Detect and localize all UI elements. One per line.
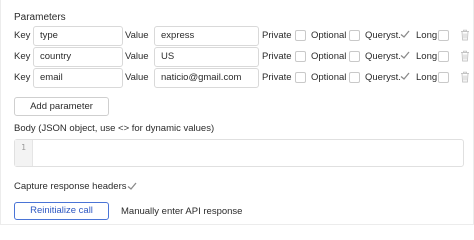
section-title: Parameters (14, 12, 66, 23)
key-label: Key (14, 51, 31, 62)
optional-label: Optional (311, 51, 347, 62)
long-checkbox[interactable] (438, 51, 449, 62)
parameter-row: Key type Value express Private Optional … (14, 26, 470, 46)
value-input[interactable]: naticio@gmail.com (154, 68, 259, 88)
private-checkbox[interactable] (295, 72, 306, 83)
optional-checkbox[interactable] (349, 30, 360, 41)
querystring-label: Queryst. (365, 72, 401, 83)
value-label: Value (125, 30, 149, 41)
key-input[interactable]: country (33, 47, 123, 67)
key-label: Key (14, 72, 31, 83)
optional-label: Optional (311, 30, 347, 41)
long-label: Long (416, 30, 438, 41)
optional-label: Optional (311, 72, 347, 83)
body-hint: (JSON object, use <> for dynamic values) (38, 123, 215, 134)
private-label: Private (262, 30, 292, 41)
body-editor[interactable]: 1 (14, 139, 464, 167)
optional-checkbox[interactable] (349, 51, 360, 62)
long-checkbox[interactable] (438, 72, 449, 83)
private-label: Private (262, 51, 292, 62)
capture-headers-check-icon[interactable] (126, 180, 138, 192)
long-checkbox[interactable] (438, 30, 449, 41)
value-input[interactable]: US (154, 47, 259, 67)
querystring-check-icon[interactable] (399, 70, 411, 82)
querystring-label: Queryst. (365, 51, 401, 62)
capture-headers-label: Capture response headers (14, 181, 127, 192)
key-label: Key (14, 30, 31, 41)
value-input[interactable]: express (154, 26, 259, 46)
trash-icon[interactable] (460, 50, 470, 62)
key-input[interactable]: email (33, 68, 123, 88)
value-label: Value (125, 72, 149, 83)
optional-checkbox[interactable] (349, 72, 360, 83)
body-prefix: Body (14, 123, 36, 134)
key-input[interactable]: type (33, 26, 123, 46)
private-label: Private (262, 72, 292, 83)
trash-icon[interactable] (460, 29, 470, 41)
long-label: Long (416, 72, 438, 83)
manual-response-link[interactable]: Manually enter API response (121, 206, 242, 217)
add-parameter-button[interactable]: Add parameter (14, 97, 109, 116)
querystring-check-icon[interactable] (399, 49, 411, 61)
value-label: Value (125, 51, 149, 62)
querystring-label: Queryst. (365, 30, 401, 41)
api-call-panel: Parameters Key type Value express Privat… (0, 0, 474, 225)
reinitialize-call-button[interactable]: Reinitialize call (14, 202, 109, 220)
long-label: Long (416, 51, 438, 62)
private-checkbox[interactable] (295, 51, 306, 62)
parameter-row: Key email Value naticio@gmail.com Privat… (14, 68, 470, 88)
line-number: 1 (15, 140, 33, 166)
parameter-row: Key country Value US Private Optional Qu… (14, 47, 470, 67)
querystring-check-icon[interactable] (399, 28, 411, 40)
trash-icon[interactable] (460, 71, 470, 83)
body-label: Body (JSON object, use <> for dynamic va… (14, 123, 214, 134)
private-checkbox[interactable] (295, 30, 306, 41)
